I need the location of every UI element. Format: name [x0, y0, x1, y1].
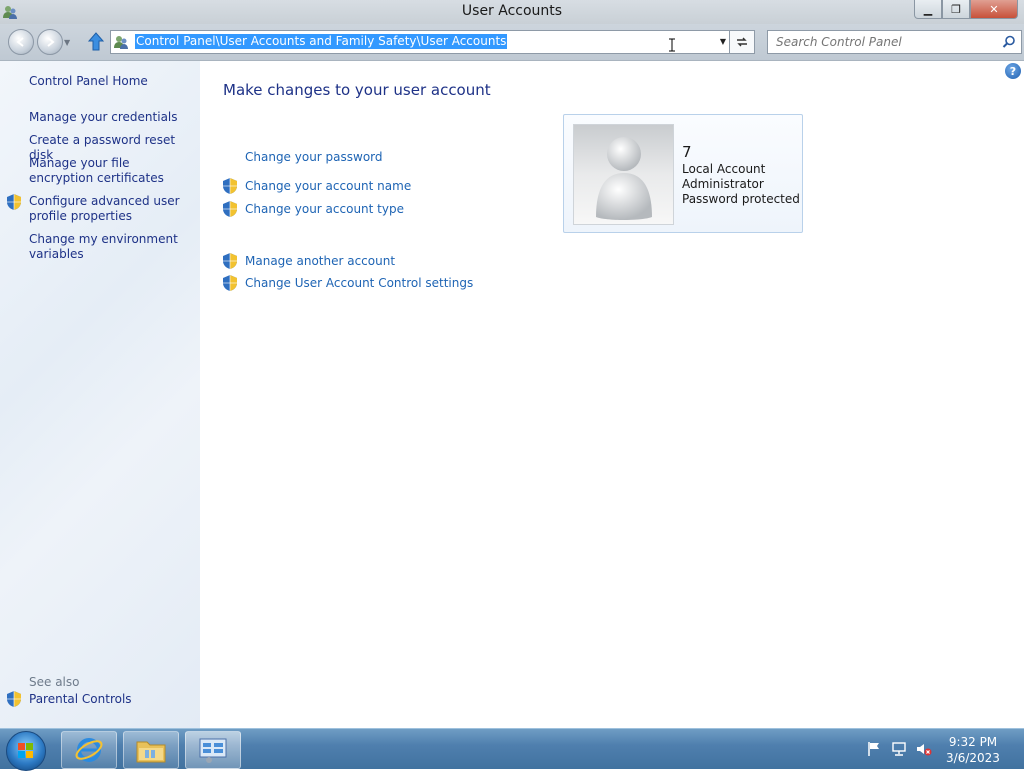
- sidebar-item-parental-controls[interactable]: Parental Controls: [29, 692, 189, 707]
- refresh-button[interactable]: [729, 30, 755, 54]
- forward-button[interactable]: [37, 29, 63, 55]
- uac-shield-icon: [7, 691, 21, 707]
- main-content: ? Make changes to your user account Chan…: [200, 61, 1024, 728]
- back-button[interactable]: [8, 29, 34, 55]
- see-also-heading: See also: [29, 675, 80, 689]
- sidebar-item-manage-credentials[interactable]: Manage your credentials: [29, 110, 189, 125]
- minimize-icon: ▁: [923, 2, 933, 16]
- clock-date: 3/6/2023: [946, 751, 1000, 765]
- account-status: Password protected: [682, 192, 800, 206]
- close-icon: ✕: [989, 2, 999, 16]
- manage-another-account-link[interactable]: Manage another account: [245, 254, 395, 268]
- avatar[interactable]: [573, 124, 674, 225]
- address-path[interactable]: Control Panel\User Accounts and Family S…: [135, 34, 508, 49]
- window-title: User Accounts: [461, 3, 563, 19]
- recent-pages-dropdown[interactable]: ▼: [64, 38, 70, 47]
- change-password-link[interactable]: Change your password: [245, 150, 383, 164]
- restore-button[interactable]: ❐: [942, 0, 970, 19]
- windows-logo-icon: [18, 743, 33, 758]
- action-center-flag-icon[interactable]: [866, 741, 882, 757]
- internet-explorer-icon: [75, 738, 103, 762]
- account-type: Local Account: [682, 162, 766, 176]
- title-bar: User Accounts ▁ ❐ ✕: [0, 0, 1024, 24]
- taskbar: 9:32 PM 3/6/2023: [0, 728, 1024, 771]
- control-panel-icon: [199, 738, 227, 763]
- forward-arrow-icon: [47, 37, 55, 47]
- taskbar-file-explorer[interactable]: [123, 731, 179, 769]
- clock-time: 9:32 PM: [948, 735, 998, 749]
- system-clock[interactable]: 9:32 PM 3/6/2023: [943, 734, 1003, 766]
- restore-icon: ❐: [951, 2, 961, 16]
- volume-muted-icon[interactable]: [916, 741, 932, 757]
- search-icon[interactable]: [1002, 35, 1016, 49]
- change-account-name-link[interactable]: Change your account name: [245, 179, 411, 193]
- search-box[interactable]: [767, 30, 1022, 54]
- sidebar-item-control-panel-home[interactable]: Control Panel Home: [29, 74, 189, 89]
- uac-shield-icon: [223, 201, 237, 217]
- sidebar-item-file-encryption[interactable]: Manage your file encryption certificates: [29, 156, 189, 186]
- address-bar[interactable]: Control Panel\User Accounts and Family S…: [110, 30, 730, 54]
- text-cursor-icon: [669, 38, 675, 52]
- uac-shield-icon: [7, 194, 21, 210]
- back-arrow-icon: [16, 37, 24, 47]
- uac-shield-icon: [223, 275, 237, 291]
- file-explorer-icon: [136, 741, 166, 763]
- left-navigation-pane: Control Panel Home Manage your credentia…: [0, 61, 200, 728]
- window-controls: ▁ ❐ ✕: [914, 0, 1018, 20]
- refresh-icon: [737, 37, 747, 47]
- taskbar-internet-explorer[interactable]: [61, 731, 117, 769]
- uac-shield-icon: [223, 253, 237, 269]
- sidebar-item-environment-variables[interactable]: Change my environment variables: [29, 232, 189, 262]
- uac-shield-icon: [223, 178, 237, 194]
- address-dropdown-icon[interactable]: ▼: [720, 37, 726, 46]
- account-name: 7: [682, 143, 692, 161]
- minimize-button[interactable]: ▁: [914, 0, 942, 19]
- taskbar-control-panel[interactable]: [185, 731, 241, 769]
- page-title: Make changes to your user account: [223, 81, 491, 99]
- user-accounts-icon: [114, 36, 128, 49]
- close-button[interactable]: ✕: [970, 0, 1018, 19]
- up-arrow-icon[interactable]: [87, 32, 105, 52]
- account-role: Administrator: [682, 177, 764, 191]
- help-icon[interactable]: ?: [1005, 63, 1021, 79]
- uac-settings-link[interactable]: Change User Account Control settings: [245, 276, 473, 290]
- search-input[interactable]: [774, 34, 998, 50]
- sidebar-item-advanced-profile[interactable]: Configure advanced user profile properti…: [29, 194, 189, 224]
- network-icon[interactable]: [891, 741, 907, 757]
- start-button[interactable]: [6, 731, 46, 771]
- account-card: 7 Local Account Administrator Password p…: [563, 114, 803, 233]
- user-silhouette-icon: [596, 137, 652, 220]
- change-account-type-link[interactable]: Change your account type: [245, 202, 404, 216]
